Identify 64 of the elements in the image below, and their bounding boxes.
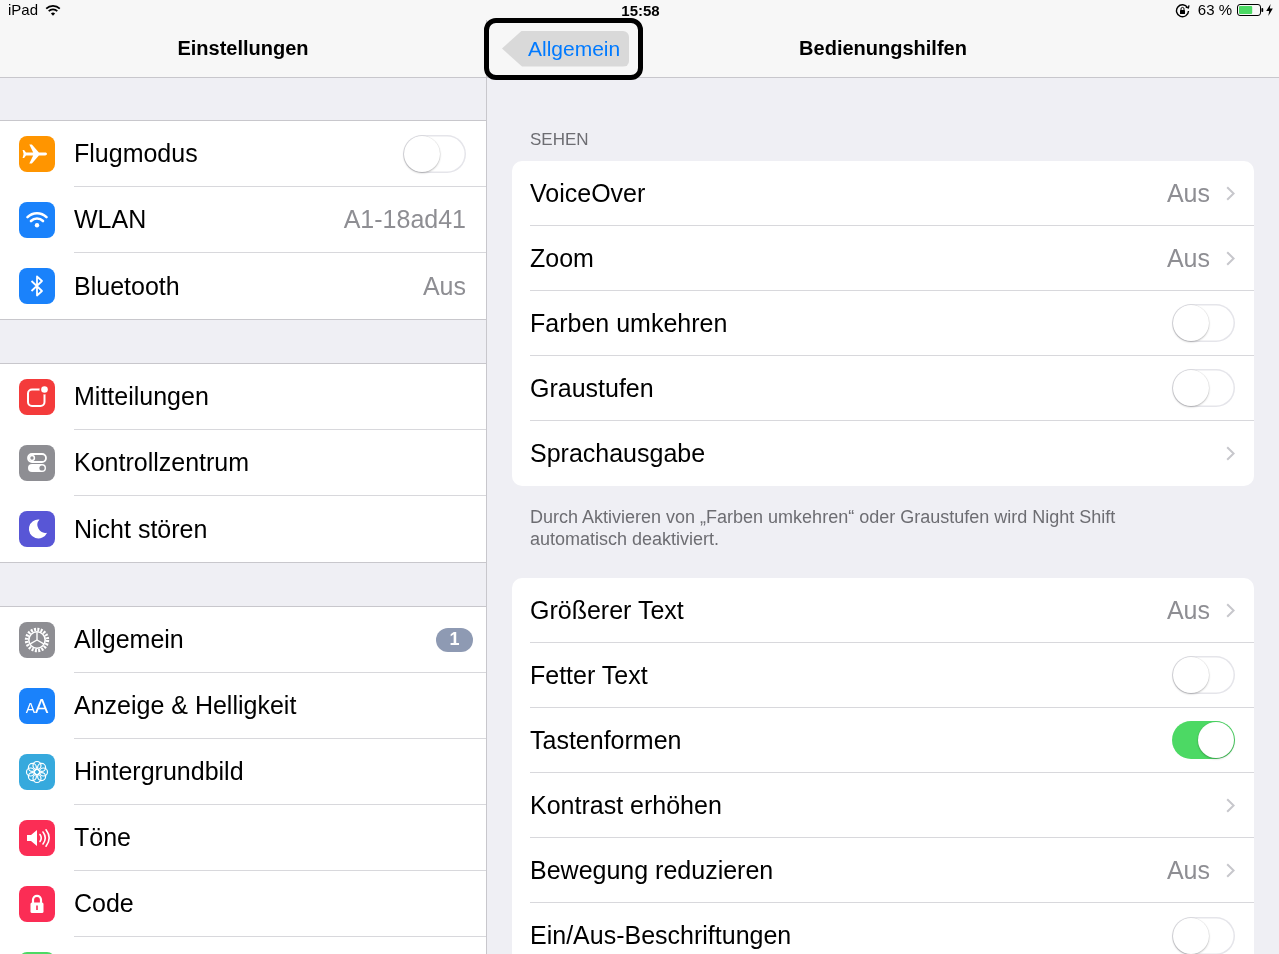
row-label: Fetter Text	[530, 660, 648, 690]
row-label: Größerer Text	[530, 595, 684, 625]
settings-row[interactable]: Sprachausgabe	[512, 421, 1254, 486]
row-label: Sprachausgabe	[530, 439, 706, 468]
nav-title: Einstellungen	[177, 37, 309, 60]
chevron-icon	[1226, 185, 1235, 201]
row-value: Aus	[1166, 855, 1210, 885]
settings-row[interactable]: Ein/Aus-Beschriftungen	[512, 903, 1254, 954]
toggle-switch[interactable]	[1172, 369, 1235, 407]
row-label: Flugmodus	[74, 139, 198, 168]
settings-row[interactable]: Fetter Text	[512, 643, 1254, 708]
row-value: Aus	[1166, 243, 1210, 273]
toggle-switch[interactable]	[1172, 656, 1235, 694]
battery-icon	[1237, 4, 1264, 16]
chevron-icon	[1226, 602, 1235, 618]
row-label: Hintergrundbild	[74, 757, 244, 786]
row-label: Bewegung reduzieren	[530, 855, 774, 885]
chevron-icon	[1226, 797, 1235, 813]
toggle-switch[interactable]	[1172, 916, 1235, 954]
toggle-switch[interactable]	[403, 134, 466, 173]
row-label: Zoom	[530, 243, 594, 273]
row-label: Ein/Aus-Beschriftungen	[530, 921, 792, 950]
row-label: WLAN	[74, 205, 147, 234]
settings-row[interactable]: Zoom Aus	[512, 226, 1254, 291]
row-value: Aus	[1166, 595, 1210, 625]
row-label: Anzeige & Helligkeit	[74, 691, 297, 720]
row-label: Mitteilungen	[74, 382, 209, 411]
device-name: iPad	[8, 1, 39, 19]
wifi-icon	[45, 4, 62, 16]
row-label: Nicht stören	[74, 514, 208, 544]
settings-row[interactable]: Tastenformen	[512, 708, 1254, 773]
row-label: VoiceOver	[530, 178, 646, 208]
row-label: Tastenformen	[530, 725, 682, 755]
settings-row[interactable]: Bewegung reduzieren Aus	[512, 838, 1254, 903]
row-label: Töne	[74, 823, 131, 852]
section-footer: Durch Aktivieren von „Farben umkehren“ oder Graustufen wird Night Shift automatisch deaktiviert.	[512, 486, 1188, 578]
section-header: SEHEN	[529, 129, 590, 151]
toggle-switch[interactable]	[1172, 304, 1235, 342]
settings-row[interactable]: VoiceOver Aus	[512, 161, 1254, 226]
row-label: Kontrollzentrum	[74, 448, 250, 477]
row-label: Graustufen	[530, 373, 654, 403]
chevron-icon	[1226, 862, 1235, 878]
chevron-icon	[1226, 446, 1235, 461]
nav-title: Bedienungshilfen	[799, 37, 967, 60]
row-label: Allgemein	[74, 625, 184, 654]
row-value: Aus	[422, 271, 466, 301]
chevron-icon	[1226, 250, 1235, 266]
row-label: Code	[74, 889, 134, 918]
settings-row[interactable]: Kontrast erhöhen	[512, 773, 1254, 838]
row-label: Bluetooth	[74, 271, 180, 301]
row-value: A1-18ad41	[343, 205, 466, 234]
settings-row[interactable]: Größerer Text Aus	[512, 578, 1254, 643]
toggle-switch[interactable]	[1172, 721, 1235, 759]
row-label: Kontrast erhöhen	[530, 790, 722, 820]
count-badge: 1	[436, 627, 473, 652]
settings-row[interactable]: Graustufen	[512, 356, 1254, 421]
rotation-lock-icon	[1174, 2, 1190, 18]
bolt-icon	[1266, 4, 1273, 16]
battery-percent: 63 %	[1197, 1, 1232, 19]
row-label: Farben umkehren	[530, 308, 728, 338]
row-value: Aus	[1166, 178, 1210, 208]
letters-icon: AA	[19, 688, 55, 724]
settings-row[interactable]: Farben umkehren	[512, 291, 1254, 356]
status-time: 15:58	[621, 1, 660, 19]
